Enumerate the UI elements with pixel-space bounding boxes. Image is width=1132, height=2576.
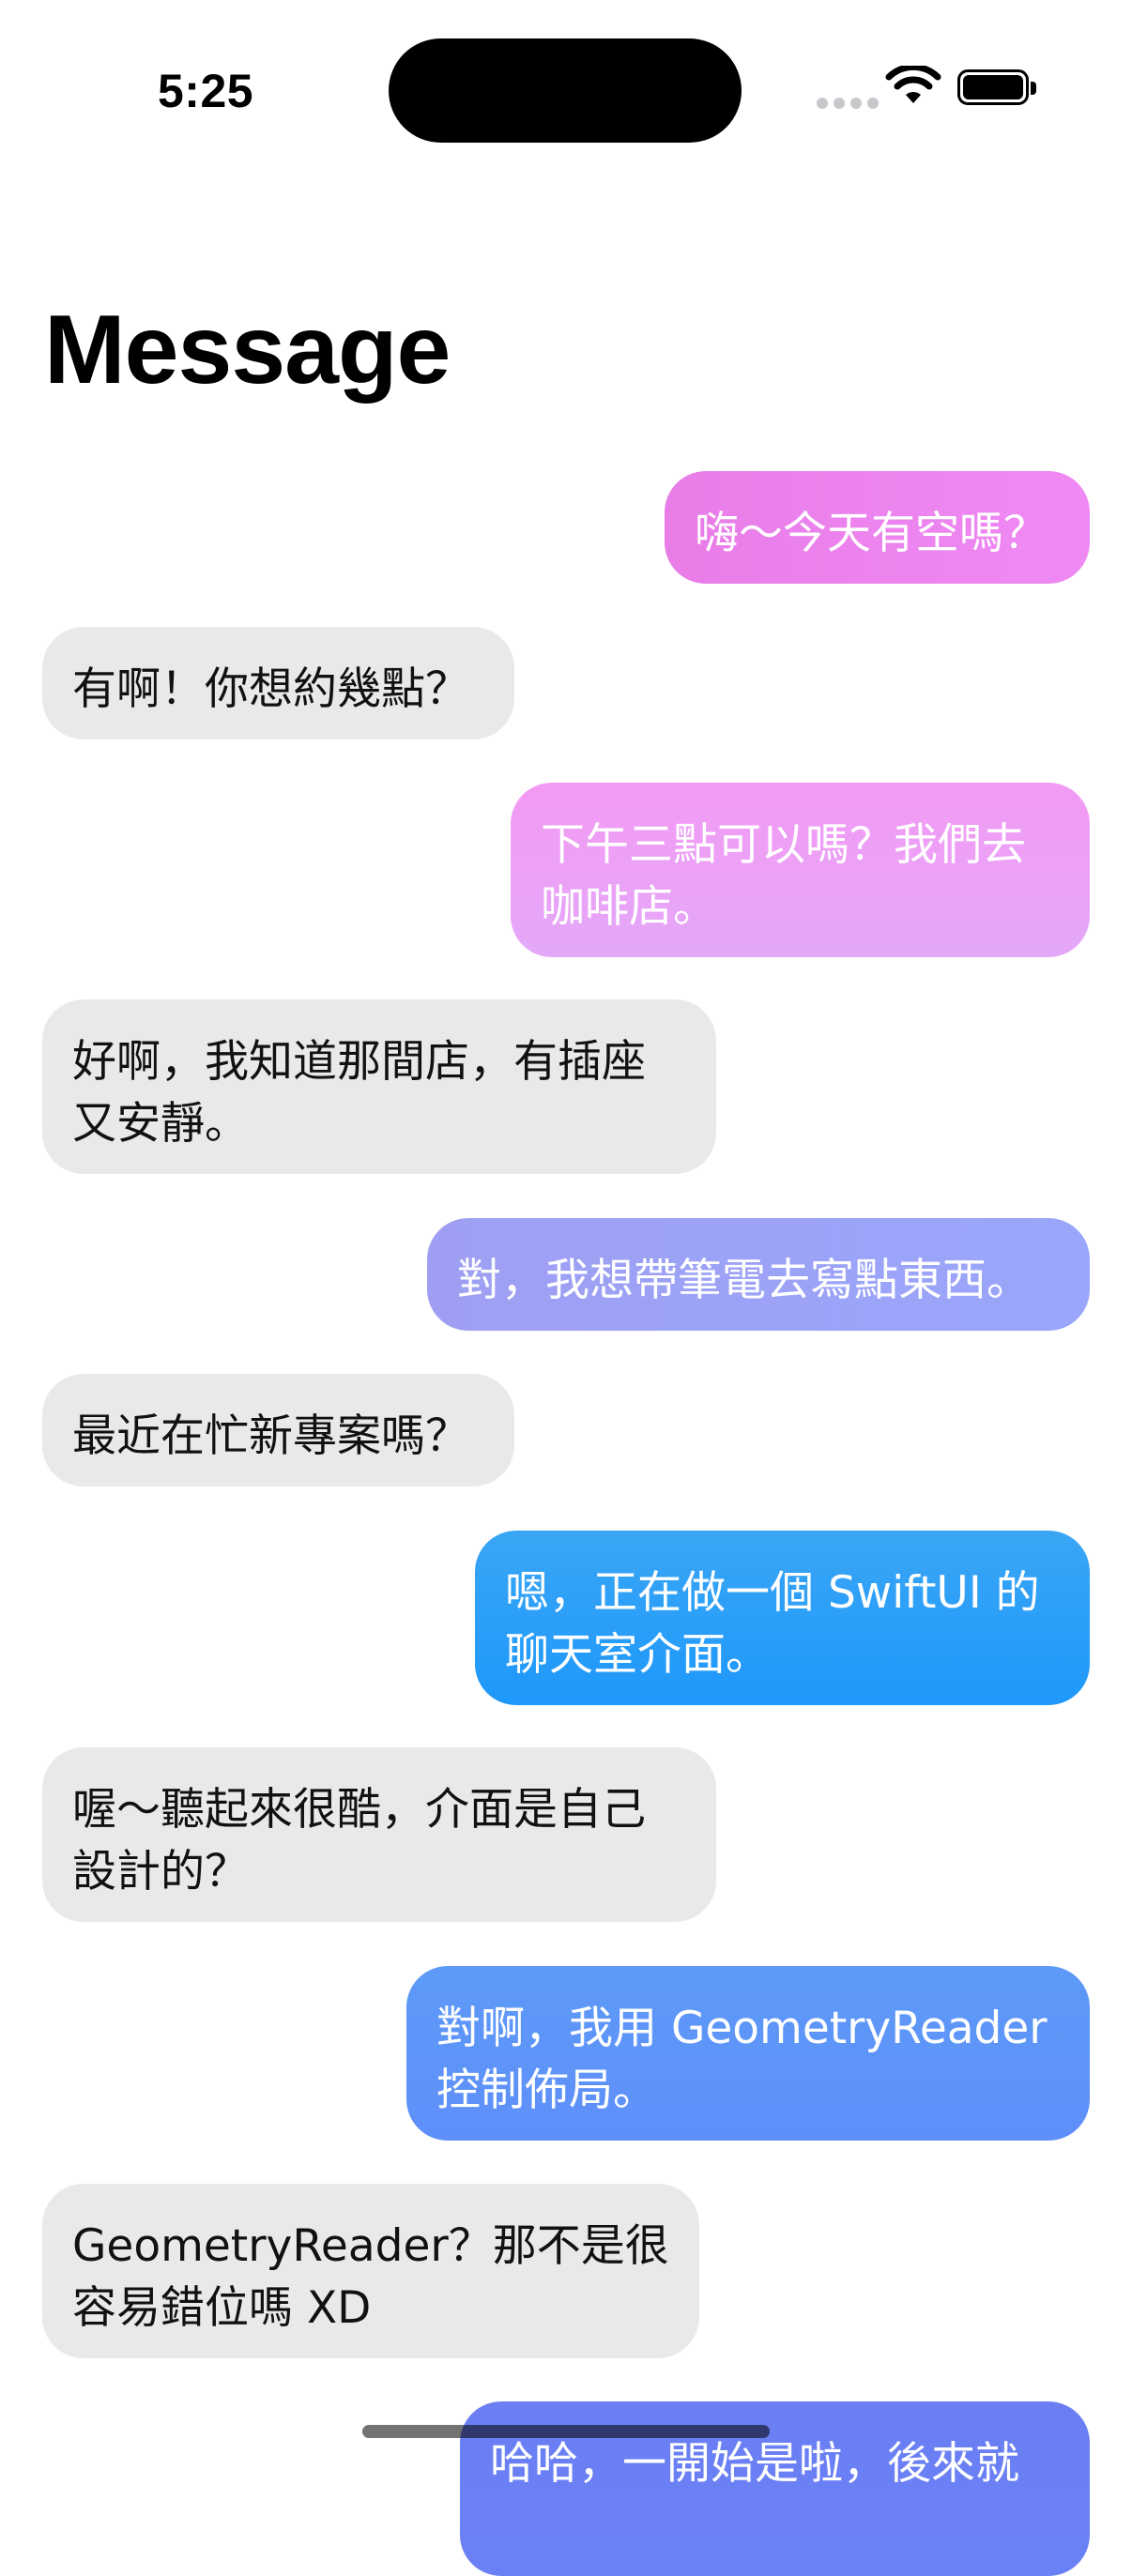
incoming-message-bubble[interactable]: 有啊！你想約幾點？ <box>42 627 514 739</box>
dynamic-island <box>389 38 742 143</box>
outgoing-message-bubble[interactable]: 對，我想帶筆電去寫點東西。 <box>427 1218 1090 1331</box>
outgoing-message-bubble[interactable]: 嗯，正在做一個 SwiftUI 的聊天室介面。 <box>475 1531 1090 1705</box>
outgoing-message-bubble[interactable]: 下午三點可以嗎？我們去咖啡店。 <box>511 783 1090 957</box>
incoming-message-bubble[interactable]: 喔～聽起來很酷，介面是自己設計的？ <box>42 1747 716 1922</box>
page-title: Message <box>44 296 451 404</box>
status-bar: 5:25 <box>0 0 1132 188</box>
outgoing-message-bubble[interactable]: 對啊，我用 GeometryReader 控制佈局。 <box>406 1966 1090 2141</box>
incoming-message-bubble[interactable]: 最近在忙新專案嗎？ <box>42 1374 514 1486</box>
cellular-signal-icon <box>817 98 879 109</box>
home-indicator[interactable] <box>362 2425 770 2438</box>
status-time: 5:25 <box>158 65 254 117</box>
status-icons <box>757 0 1132 188</box>
wifi-icon <box>885 66 941 103</box>
incoming-message-bubble[interactable]: 好啊，我知道那間店，有插座又安靜。 <box>42 999 716 1174</box>
outgoing-message-bubble[interactable]: 嗨～今天有空嗎？ <box>665 471 1090 584</box>
battery-icon <box>957 69 1036 105</box>
incoming-message-bubble[interactable]: GeometryReader？那不是很容易錯位嗎 XD <box>42 2184 699 2358</box>
